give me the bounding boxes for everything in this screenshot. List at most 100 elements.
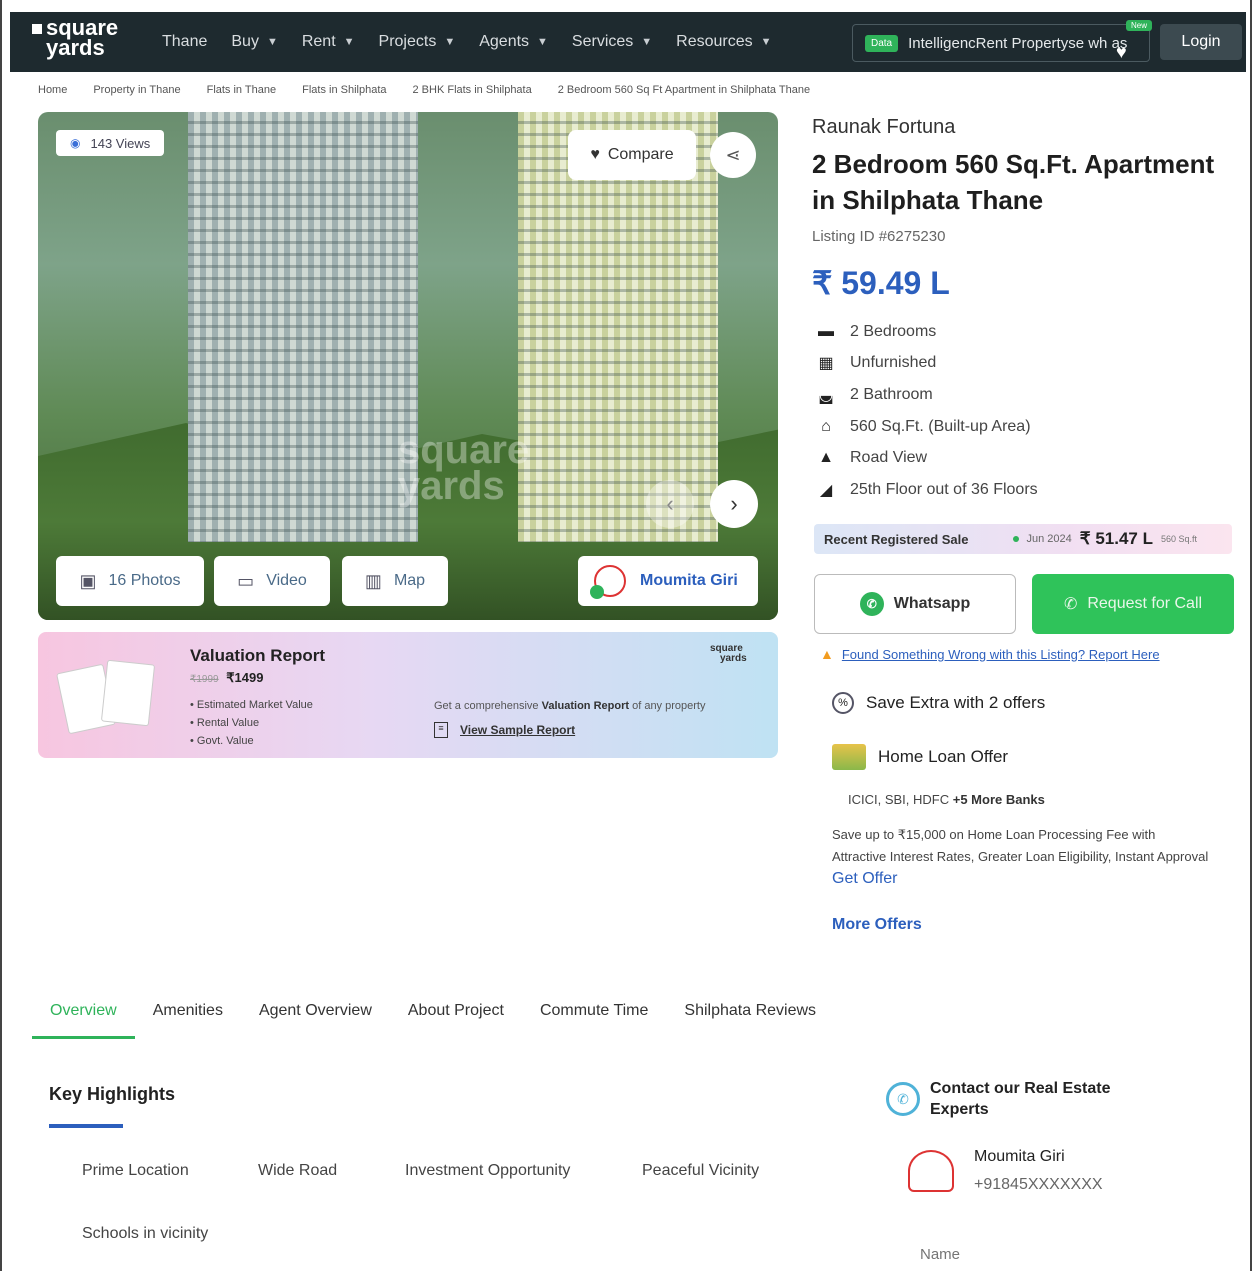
next-image-button[interactable]: › [710,480,758,528]
feature-area: ⌂ 560 Sq.Ft. (Built-up Area) [814,411,1038,443]
name-input[interactable] [920,1246,1120,1263]
view-sample-report-link[interactable]: ≡ View Sample Report [434,722,575,738]
phone-icon: ✆ [886,1082,920,1116]
feature-furnishing: ▦ Unfurnished [814,348,1038,380]
square-yards-logo: square yards [710,643,747,664]
compare-button[interactable]: ♥ Compare [568,130,696,180]
chevron-down-icon: ▼ [641,36,653,48]
discount-icon: % [832,692,854,714]
highlight-item: Peaceful Vicinity [642,1162,760,1179]
agent-button[interactable]: Moumita Giri [578,556,758,606]
map-button[interactable]: ▥ Map [342,556,448,606]
nav-thane[interactable]: Thane [162,33,207,51]
list-item: Rental Value [190,714,313,732]
valuation-description: Get a comprehensive Valuation Report of … [434,700,706,712]
breadcrumb-item[interactable]: Property in Thane [93,84,180,96]
nav-resources[interactable]: Resources ▼ [676,33,771,51]
data-intelligence-promo[interactable]: Data IntelligencRent Propertyse wh as [852,24,1150,62]
breadcrumb-item[interactable]: Home [38,84,67,96]
more-offers-link[interactable]: More Offers [832,916,922,934]
whatsapp-icon: ✆ [859,592,884,616]
tab-agent-overview[interactable]: Agent Overview [241,994,390,1039]
tab-amenities[interactable]: Amenities [135,994,241,1039]
get-offer-link[interactable]: Get Offer [832,870,898,887]
share-button[interactable]: ⋖ [710,132,756,178]
chevron-left-icon: ‹ [666,491,674,516]
section-tabs: Overview Amenities Agent Overview About … [32,994,834,1039]
nav-buy[interactable]: Buy ▼ [231,33,277,51]
key-highlights-title: Key Highlights [49,1084,176,1104]
feature-bedrooms: ▬ 2 Bedrooms [814,316,1038,348]
highlight-item: Investment Opportunity [405,1162,571,1179]
login-button[interactable]: Login [1160,24,1242,60]
views-badge: ◉ 143 Views [56,130,165,156]
feature-view: ▲ Road View [814,442,1038,474]
sofa-icon: ▦ [818,355,834,373]
recent-registered-sale[interactable]: Recent Registered Sale Jun 2024 ₹ 51.47 … [814,524,1232,554]
nav-rent[interactable]: Rent ▼ [302,33,355,51]
document-icon: ≡ [434,722,448,738]
bathtub-icon: ◛ [818,386,834,404]
valuation-report-banner[interactable]: Valuation Report ₹1999 ₹1499 Estimated M… [38,632,778,758]
property-gallery[interactable]: square yards ◉ 143 Views ♥ Compare ⋖ ‹ ›… [38,112,778,620]
watermark: square yards [398,428,530,508]
breadcrumb-current: 2 Bedroom 560 Sq Ft Apartment in Shilpha… [557,84,811,96]
page: square yards Thane Buy ▼ Rent ▼ Projects ▼ … [0,0,1252,1271]
gallery-tower [188,112,418,542]
tab-overview[interactable]: Overview [32,994,135,1039]
breadcrumb-item[interactable]: Flats in Thane [207,84,277,96]
chevron-down-icon: ▼ [760,36,772,48]
project-name[interactable]: Raunak Fortuna [812,116,955,139]
status-dot-icon [1012,536,1019,542]
floor-icon: ◢ [819,481,833,499]
tab-commute-time[interactable]: Commute Time [522,994,666,1039]
listing-id: Listing ID #6275230 [812,228,946,245]
heart-icon[interactable]: ♥ [1116,42,1127,63]
photos-button[interactable]: ▣ 16 Photos [56,556,204,606]
phone-icon: ✆ [1063,596,1078,613]
promo-text: IntelligencRent Propertyse wh as [908,34,1128,52]
breadcrumb-item[interactable]: Flats in Shilphata [302,84,386,96]
nav-projects[interactable]: Projects ▼ [379,33,456,51]
house-icon: ⌂ [821,417,831,435]
chevron-down-icon: ▼ [444,36,456,48]
feature-bathrooms: ◛ 2 Bathroom [814,379,1038,411]
video-button[interactable]: ▭ Video [214,556,330,606]
feature-floor: ◢ 25th Floor out of 36 Floors [814,474,1038,506]
chevron-down-icon: ▼ [537,36,548,48]
property-features: ▬ 2 Bedrooms ▦ Unfurnished ◛ 2 Bathroom ⌂ 56… [814,316,1038,506]
road-view-icon: ▲ [818,449,834,467]
list-item: Govt. Value [190,732,313,750]
warning-icon: ▲ [820,646,834,662]
agent-logo-icon [908,1150,954,1192]
expert-phone: +91845XXXXXXX [974,1176,1103,1193]
nav-services[interactable]: Services ▼ [572,33,652,51]
whatsapp-button[interactable]: ✆ Whatsapp [814,574,1016,634]
page-title: 2 Bedroom 560 Sq.Ft. Apartment in Shilph… [812,149,1215,215]
agent-logo-icon [590,565,626,599]
home-loan-description: Save up to ₹15,000 on Home Loan Processi… [832,827,1209,887]
breadcrumb-item[interactable]: 2 BHK Flats in Shilphata [413,84,532,96]
report-listing-link[interactable]: ▲ Found Something Wrong with this Listin… [820,646,1160,662]
video-icon: ▭ [237,570,255,591]
bed-icon: ▬ [818,322,834,340]
key-highlights-underline [49,1124,123,1128]
tab-reviews[interactable]: Shilphata Reviews [666,994,834,1039]
tab-about-project[interactable]: About Project [390,994,522,1039]
share-icon: ⋖ [725,144,741,165]
nav-agents[interactable]: Agents ▼ [479,33,548,51]
partner-banks: ICICI, SBI, HDFC +5 More Banks [848,792,1045,807]
list-item: Estimated Market Value [190,696,313,714]
chevron-right-icon: › [730,491,738,516]
photos-icon: ▣ [79,570,97,591]
request-call-button[interactable]: ✆ Request for Call [1032,574,1234,634]
highlight-item: Schools in vicinity [82,1225,209,1242]
valuation-price: ₹1999 ₹1499 [190,670,264,685]
square-yards-logo[interactable]: square yards [32,17,118,59]
prev-image-button[interactable]: ‹ [646,480,694,528]
main-nav: Thane Buy ▼ Rent ▼ Projects ▼ Agents ▼ Servi… [162,12,796,72]
expert-name: Moumita Giri [974,1148,1065,1165]
logo-square-icon [32,24,42,35]
data-badge: Data [865,34,899,52]
highlight-item: Wide Road [258,1162,338,1179]
